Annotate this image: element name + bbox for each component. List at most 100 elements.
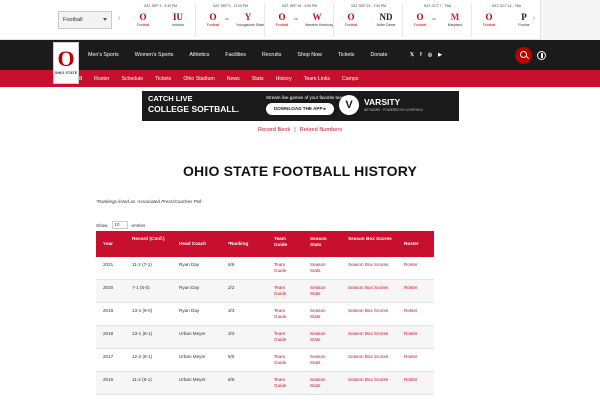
opponent-logo-icon: Y [244,12,252,22]
entries-control: Show 10 entries [96,221,145,229]
table-row: 2019 13-1 (9-0) Ryan Day 3/3 Team Guide Seaso… [96,303,434,326]
team-guide-link[interactable]: Team Guide [274,354,296,366]
header-coach[interactable]: Head Coach [179,241,206,247]
cell-year: 2019 [103,308,114,313]
opponent-label: Notre Dame [376,23,396,27]
header-year[interactable]: Year [103,241,113,247]
instagram-icon[interactable]: ◎ [428,52,432,58]
team-guide-link[interactable]: Team Guide [274,262,296,274]
opponent-logo-icon: W [312,12,322,22]
header-team-guide[interactable]: Team Guide [274,236,300,248]
schedule-next-arrow[interactable]: › [533,15,535,22]
opponent-team: IU Indiana [166,12,190,27]
subnav-item-history[interactable]: History [276,76,292,82]
box-scores-link[interactable]: Season Box Scores [348,354,388,360]
team-guide-link[interactable]: Team Guide [274,377,296,389]
game-date: SAT, SEP 16 - 4:00 PM [282,4,317,8]
retired-numbers-link[interactable]: Retired Numbers [300,127,342,133]
cell-ranking: 3/3 [228,331,235,336]
subnav-item-news[interactable]: News [227,76,240,82]
box-scores-link[interactable]: Season Box Scores [348,331,388,337]
schedule-game[interactable]: SAT, SEP 2 - 3:30 PM O Football IU Indiana [126,3,195,37]
roster-link[interactable]: Roster [404,377,418,383]
nav-item-facilities[interactable]: Facilities [225,52,246,58]
nav-item-womens-sports[interactable]: Women's Sports [135,52,174,58]
subnav-item-ohio-stadium[interactable]: Ohio Stadium [183,76,214,82]
team-guide-link[interactable]: Team Guide [274,331,296,343]
varsity-network-ad[interactable]: CATCH LIVE COLLEGE SOFTBALL. Stream live… [142,91,459,121]
season-stats-link[interactable]: Season Stats [310,262,332,274]
subnav-item-stats[interactable]: Stats [252,76,264,82]
roster-link[interactable]: Roster [404,308,418,314]
header-box-scores[interactable]: Season Box Scores [348,236,394,242]
cell-coach: Urban Meyer [179,331,206,336]
cell-coach: Ryan Day [179,308,200,313]
season-stats-link[interactable]: Season Stats [310,354,332,366]
schedule-game[interactable]: SAT, OCT 7 - TBA O Football vs. M Maryland [402,3,471,37]
nav-item-recruits[interactable]: Recruits [262,52,281,58]
subnav-item-camps[interactable]: Camps [342,76,358,82]
varsity-logo-icon: V [339,95,359,115]
main-nav-links: Men's Sports Women's Sports Athletics Fa… [88,40,404,70]
season-stats-link[interactable]: Season Stats [310,285,332,297]
nav-item-tickets[interactable]: Tickets [338,52,355,58]
home-team-label: Football [344,23,358,27]
cell-coach: Urban Meyer [179,354,206,359]
box-scores-link[interactable]: Season Box Scores [348,262,388,268]
cell-record: 7-1 (5-0) [132,285,150,290]
opponent-label: Western Kentucky [305,23,334,27]
entries-select[interactable]: 10 [111,221,128,229]
season-stats-link[interactable]: Season Stats [310,331,332,343]
schedule-prev-arrow[interactable]: ‹ [118,15,120,22]
record-book-link[interactable]: Record Book [258,127,290,133]
subnav-item-tickets[interactable]: Tickets [155,76,171,82]
x-twitter-icon[interactable]: 𝕏 [410,52,414,58]
search-icon[interactable] [515,47,532,64]
team-guide-link[interactable]: Team Guide [274,285,296,297]
subnav-item-schedule[interactable]: Schedule [121,76,143,82]
opponent-logo-icon: IU [172,12,183,22]
roster-link[interactable]: Roster [404,262,418,268]
logo-word: OHIO STATE [54,71,78,75]
box-scores-link[interactable]: Season Box Scores [348,377,388,383]
sport-select-value: Football [63,17,83,23]
ad-tagline: Stream live games of your favorite teams… [266,95,350,100]
roster-link[interactable]: Roster [404,354,418,360]
accessibility-icon[interactable] [537,51,546,60]
roster-link[interactable]: Roster [404,285,418,291]
facebook-icon[interactable]: f [420,52,422,58]
social-links: 𝕏 f ◎ ▶ [410,52,442,58]
schedule-game[interactable]: SAT, OCT 14 - TBA O Football P Purdue [471,3,540,37]
game-vs: vs. [225,17,230,21]
season-stats-link[interactable]: Season Stats [310,377,332,389]
header-season-stats[interactable]: Season Stats [310,236,336,248]
header-ranking[interactable]: *Ranking [228,241,248,247]
cell-record: 13-1 (8-1) [132,331,153,336]
cell-record: 11-2 (8-1) [132,377,152,382]
youtube-icon[interactable]: ▶ [438,52,442,58]
cell-record: 13-1 (9-0) [132,308,153,313]
nav-item-athletics[interactable]: Athletics [189,52,209,58]
team-guide-link[interactable]: Team Guide [274,308,296,320]
ad-brand-sub: NETWORK · POWERED BY LEARFIELD [364,108,423,112]
download-app-button[interactable]: DOWNLOAD THE APP ▸ [266,103,334,115]
schedule-game[interactable]: SAT, SEP 9 - 12:00 PM O Football vs. Y Youngs… [195,3,264,37]
nav-item-donate[interactable]: Donate [370,52,387,58]
roster-link[interactable]: Roster [404,331,418,337]
box-scores-link[interactable]: Season Box Scores [348,308,388,314]
season-stats-link[interactable]: Season Stats [310,308,332,320]
subnav-item-team-links[interactable]: Team Links [304,76,330,82]
cell-record: 11-2 (7-1) [132,262,152,267]
nav-item-shop-now[interactable]: Shop Now [297,52,321,58]
subnav-item-roster[interactable]: Roster [94,76,109,82]
opponent-label: Maryland [447,23,463,27]
nav-item-mens-sports[interactable]: Men's Sports [88,52,119,58]
ohio-state-logo[interactable]: O OHIO STATE [53,42,79,84]
sport-select[interactable]: Football [58,11,112,29]
schedule-game[interactable]: SAT, SEP 23 - 7:30 PM O Football ND Notre Da… [333,3,402,37]
header-roster[interactable]: Roster [404,241,419,247]
header-record[interactable]: Record (Conf.) [132,236,172,242]
table-row: 2021 11-2 (7-1) Ryan Day 6/6 Team Guide Seaso… [96,257,434,280]
schedule-game[interactable]: SAT, SEP 16 - 4:00 PM O Football vs. W Wester… [264,3,333,37]
box-scores-link[interactable]: Season Box Scores [348,285,388,291]
